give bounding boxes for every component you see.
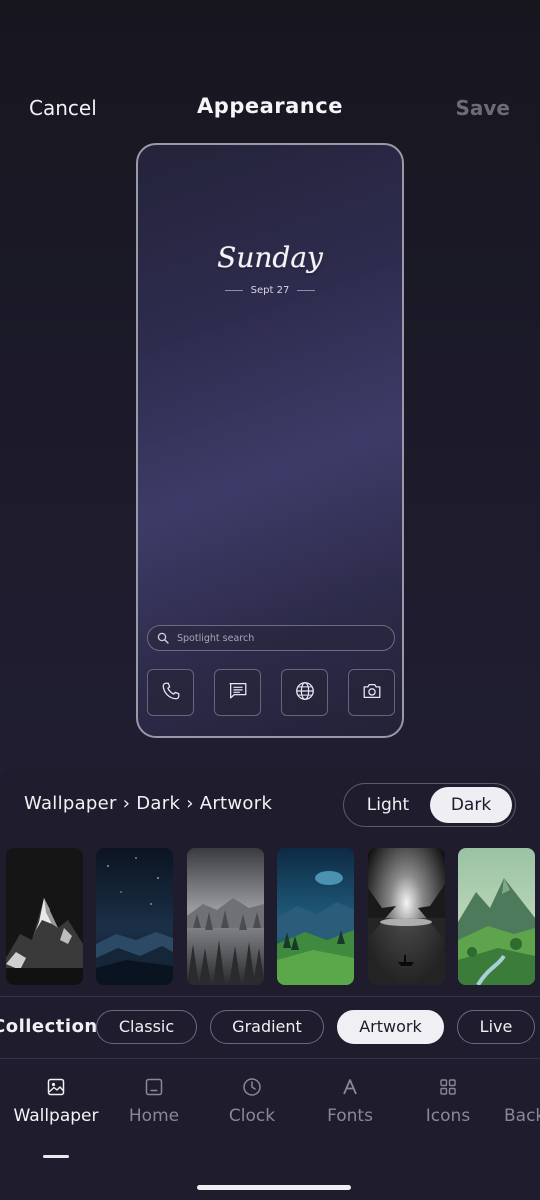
- divider-bottom: [0, 1058, 540, 1059]
- tab-clock[interactable]: Clock: [202, 1069, 302, 1126]
- search-placeholder: Spotlight search: [177, 632, 255, 644]
- browser-app: [281, 669, 328, 716]
- date-divider-right: [297, 290, 316, 291]
- search-icon: [157, 629, 169, 648]
- clock-icon: [242, 1077, 262, 1101]
- camera-icon: [361, 680, 383, 706]
- home-indicator[interactable]: [197, 1185, 351, 1190]
- wallpaper-thumb-lake-boat[interactable]: [368, 848, 445, 985]
- light-mode-option[interactable]: Light: [347, 787, 429, 823]
- tab-home[interactable]: Home: [104, 1069, 204, 1126]
- date-divider-left: [224, 290, 243, 291]
- wallpaper-carousel[interactable]: [6, 848, 540, 985]
- camera-app: [348, 669, 395, 716]
- bottom-tab-bar: Wallpaper Home Clock Fonts Icons Bac: [0, 1069, 540, 1159]
- mode-toggle[interactable]: Light Dark: [343, 783, 516, 827]
- collection-label: Collection: [0, 1016, 98, 1037]
- tab-fonts-label: Fonts: [327, 1106, 373, 1126]
- tab-clock-label: Clock: [228, 1106, 276, 1126]
- tab-wallpaper-label: Wallpaper: [13, 1106, 99, 1126]
- preview-day: Sunday: [217, 241, 323, 274]
- phone-icon: [160, 680, 182, 706]
- tab-back-label: Back: [504, 1106, 540, 1126]
- font-icon: [340, 1077, 360, 1101]
- tab-back[interactable]: Back: [496, 1069, 540, 1126]
- wallpaper-thumb-green-mountains[interactable]: [458, 848, 535, 985]
- phone-preview: Sunday Sept 27 Spotlight search: [136, 143, 404, 738]
- phone-app: [147, 669, 194, 716]
- wallpaper-thumb-moonlit-valley[interactable]: [277, 848, 354, 985]
- messages-icon: [227, 680, 249, 706]
- wallpaper-thumb-snowy-mountain[interactable]: [6, 848, 83, 985]
- preview-date: Sept 27: [250, 285, 290, 296]
- globe-icon: [294, 680, 316, 706]
- grid-icon: [438, 1077, 458, 1101]
- preview-search-bar: Spotlight search: [147, 625, 395, 651]
- top-bar: Cancel Appearance Save: [0, 92, 540, 126]
- tab-icons[interactable]: Icons: [398, 1069, 498, 1126]
- dark-mode-option[interactable]: Dark: [430, 787, 512, 823]
- chip-classic[interactable]: Classic: [96, 1010, 197, 1044]
- tab-icons-label: Icons: [425, 1106, 471, 1126]
- image-icon: [46, 1077, 66, 1101]
- breadcrumb-row: Wallpaper › Dark › Artwork Light Dark: [0, 783, 540, 827]
- tab-wallpaper[interactable]: Wallpaper: [6, 1069, 106, 1126]
- save-button[interactable]: Save: [455, 96, 510, 120]
- wallpaper-thumb-misty-forest[interactable]: [187, 848, 264, 985]
- preview-dock: [147, 669, 395, 716]
- divider-top: [0, 996, 540, 997]
- collection-chips: Collection Classic Gradient Artwork Live: [0, 1010, 540, 1044]
- preview-date-row: Sept 27: [138, 285, 402, 296]
- chip-gradient[interactable]: Gradient: [210, 1010, 324, 1044]
- tab-fonts[interactable]: Fonts: [300, 1069, 400, 1126]
- wallpaper-thumb-starry-night[interactable]: [96, 848, 173, 985]
- breadcrumb: Wallpaper › Dark › Artwork: [24, 793, 273, 814]
- chip-live[interactable]: Live: [457, 1010, 535, 1044]
- messages-app: [214, 669, 261, 716]
- home-screen-icon: [144, 1077, 164, 1101]
- chip-artwork[interactable]: Artwork: [337, 1010, 444, 1044]
- appearance-sheet: Wallpaper › Dark › Artwork Light Dark Co…: [0, 767, 540, 1200]
- active-tab-indicator: [43, 1155, 69, 1158]
- tab-home-label: Home: [128, 1106, 180, 1126]
